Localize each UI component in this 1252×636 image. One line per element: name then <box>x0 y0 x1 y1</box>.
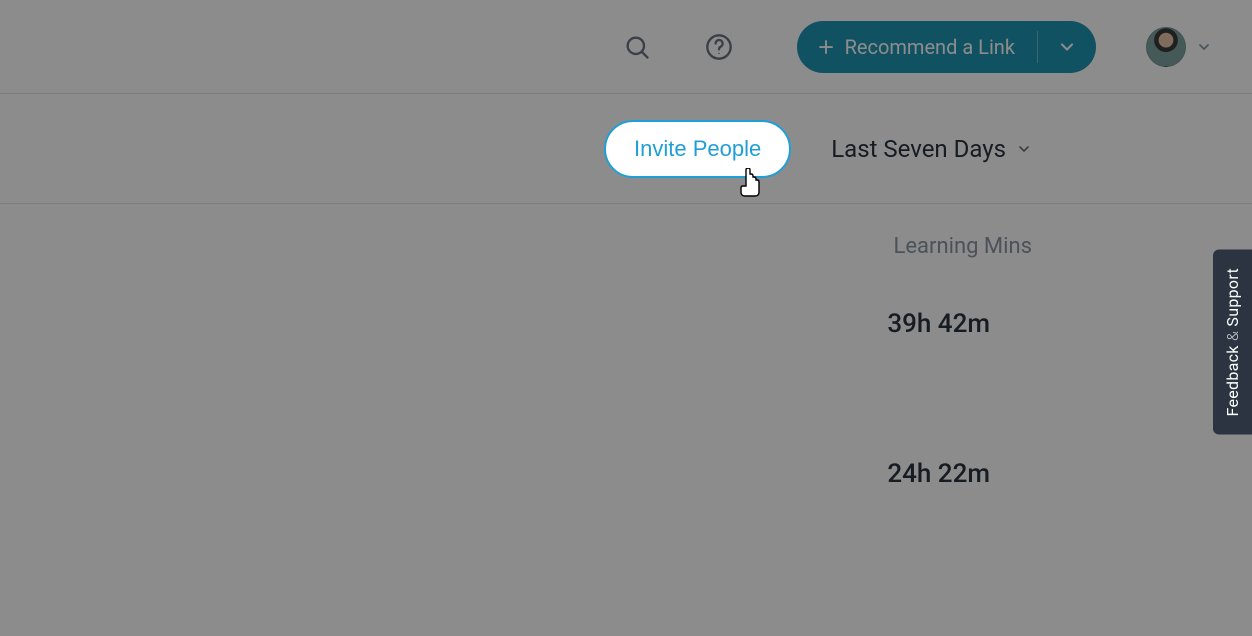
recommend-dropdown[interactable] <box>1038 21 1096 73</box>
chevron-down-icon <box>1057 37 1077 57</box>
invite-people-button[interactable]: Invite People <box>604 120 791 178</box>
ampersand: & <box>1223 331 1242 341</box>
stat-row: 39h 42m <box>887 309 1252 339</box>
search-icon[interactable] <box>617 27 657 67</box>
subheader: Invite People Last Seven Days <box>0 94 1252 204</box>
avatar <box>1146 27 1186 67</box>
support-text: Support <box>1223 268 1242 327</box>
user-menu[interactable] <box>1146 27 1212 67</box>
recommend-link-label: Recommend a Link <box>845 35 1015 59</box>
stat-row: 24h 22m <box>887 459 1252 489</box>
header: Recommend a Link <box>0 0 1252 94</box>
content: Learning Mins 39h 42m 24h 22m <box>0 204 1252 609</box>
recommend-link-button[interactable]: Recommend a Link <box>797 21 1037 73</box>
chevron-down-icon <box>1016 141 1032 157</box>
date-filter-label: Last Seven Days <box>831 135 1006 163</box>
date-filter-dropdown[interactable]: Last Seven Days <box>831 135 1032 163</box>
help-icon[interactable] <box>699 27 739 67</box>
chevron-down-icon <box>1196 39 1212 55</box>
feedback-support-tab[interactable]: Feedback & Support <box>1213 250 1252 435</box>
recommend-link-group: Recommend a Link <box>797 21 1096 73</box>
plus-icon <box>817 38 835 56</box>
learning-mins-header: Learning Mins <box>894 234 1252 259</box>
feedback-text: Feedback <box>1223 345 1242 416</box>
